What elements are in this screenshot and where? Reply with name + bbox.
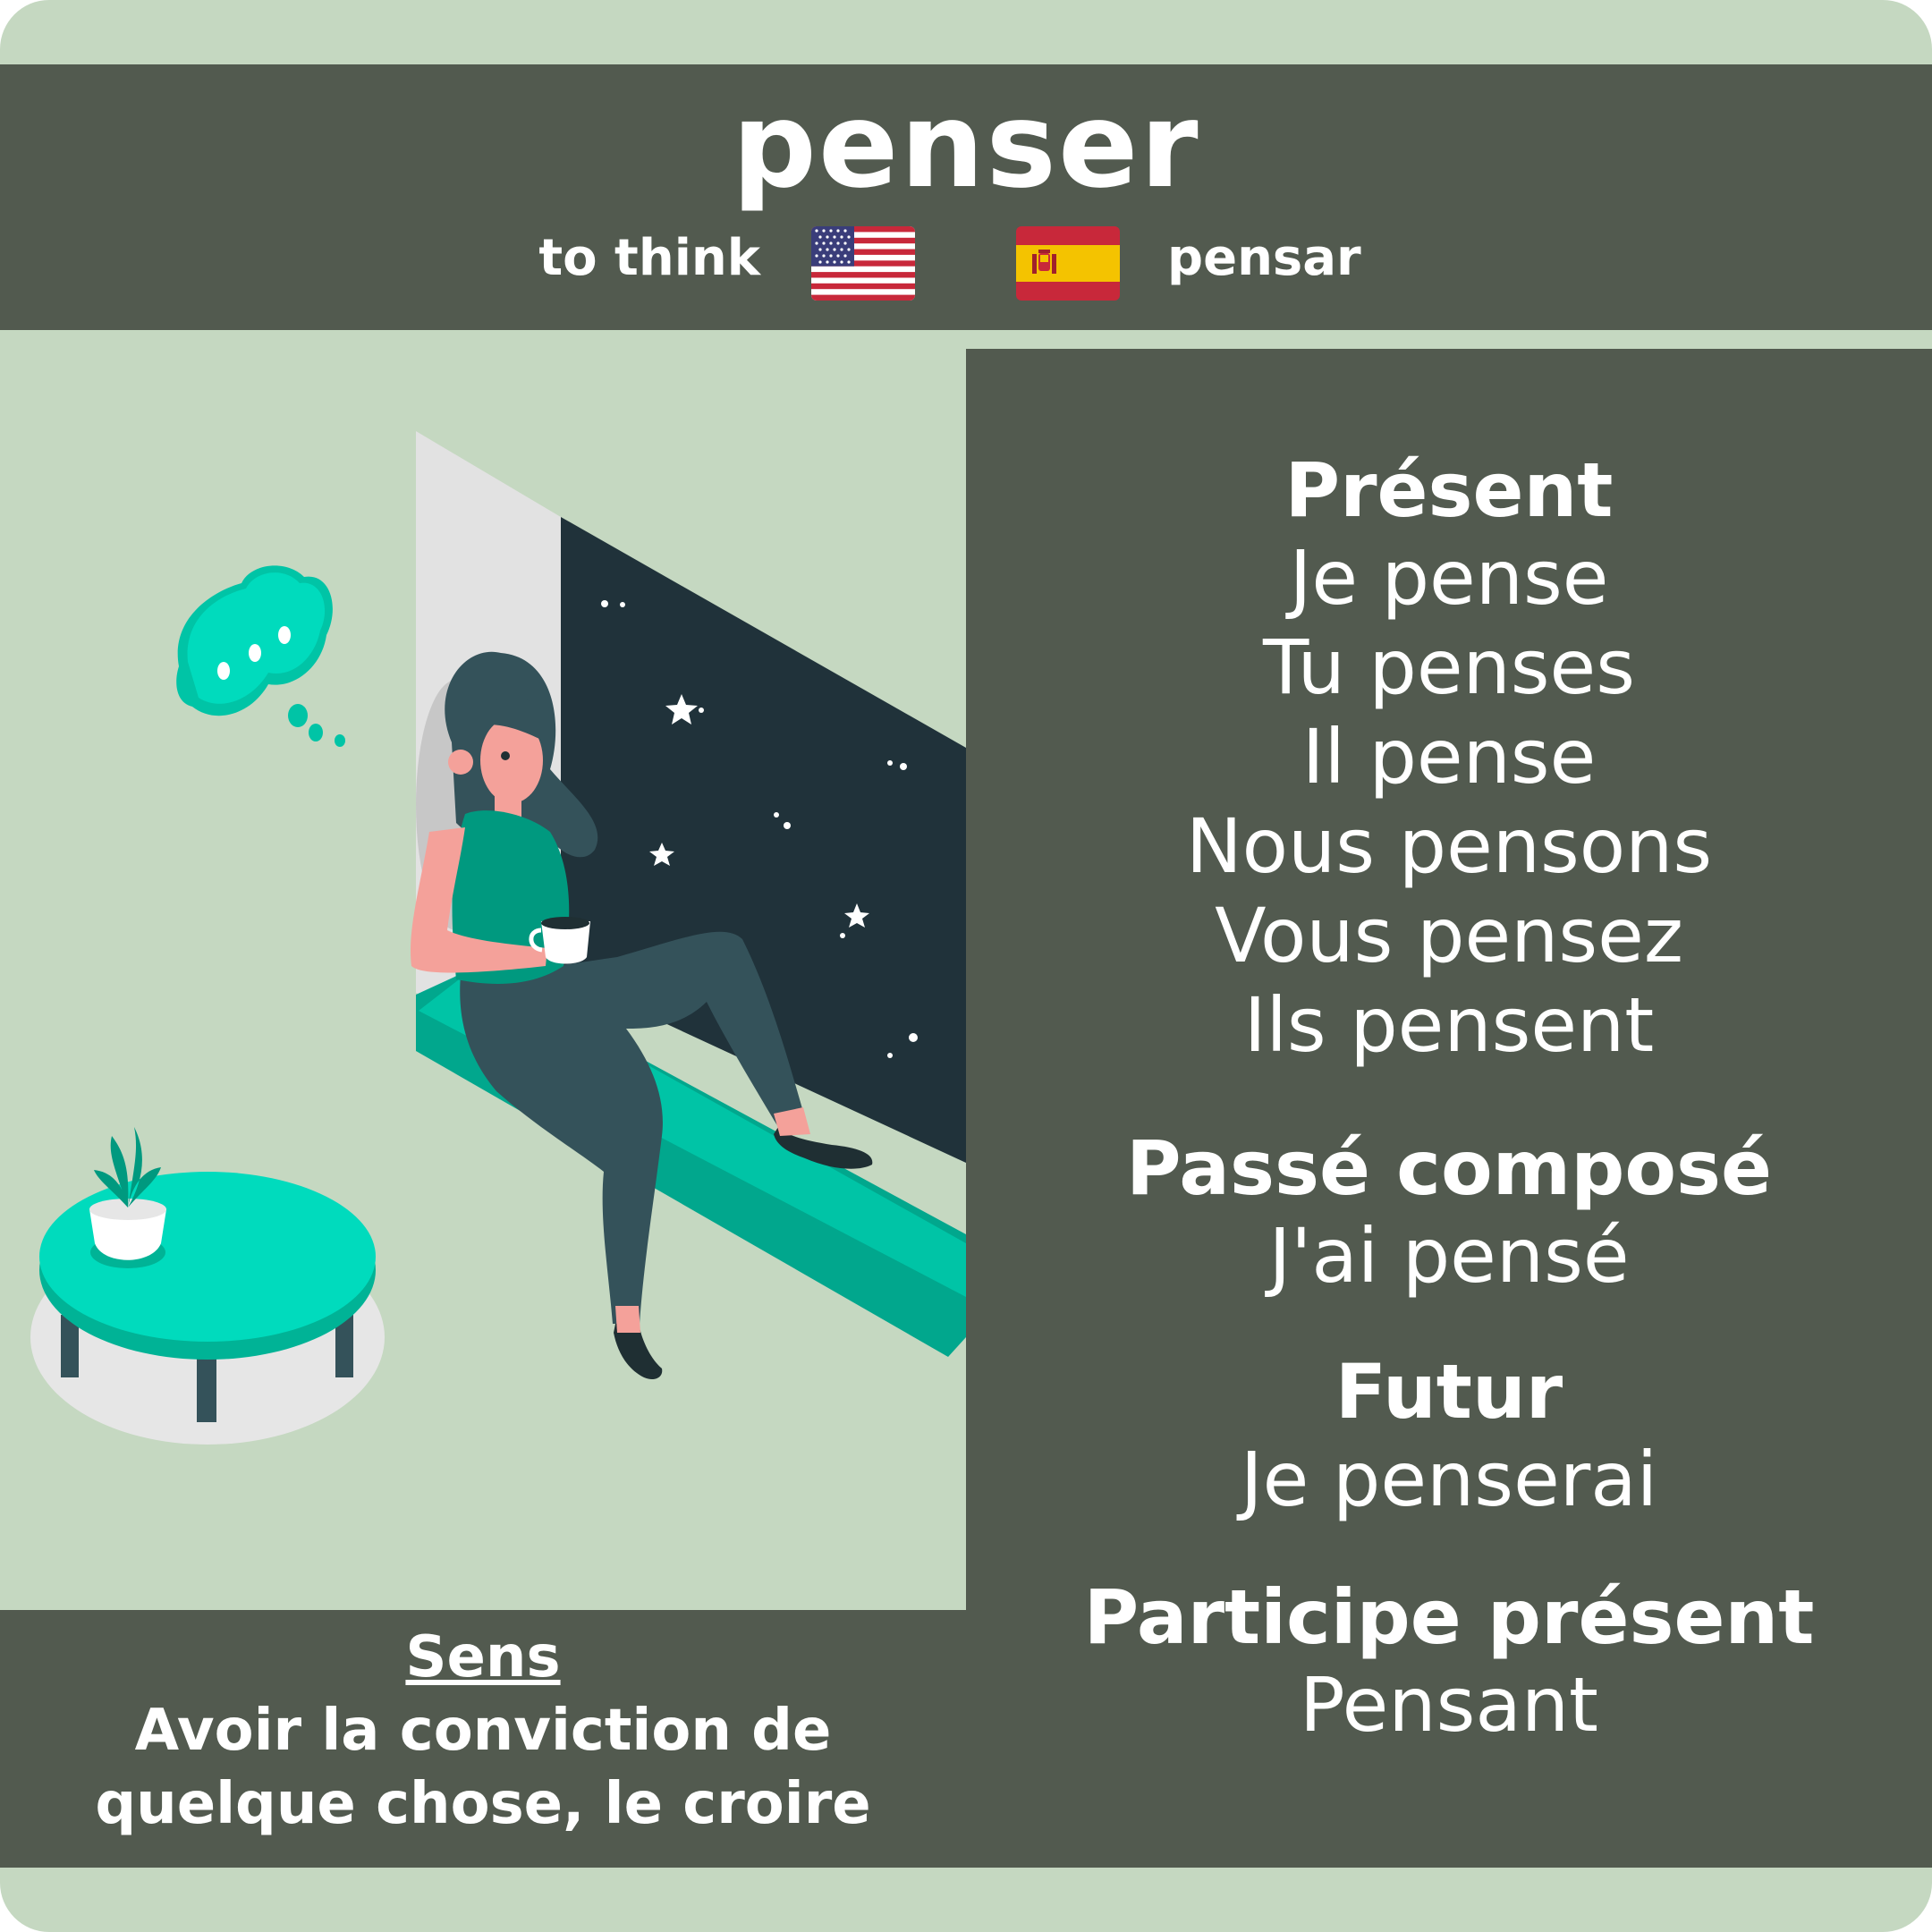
tense-heading: Présent <box>1284 446 1614 534</box>
conjugated-form: Pensant <box>1300 1661 1598 1749</box>
tense-participe-present: Participe présent Pensant <box>966 1574 1932 1750</box>
conjugated-form: Je penserai <box>1240 1436 1658 1523</box>
es-flag-icon <box>1016 226 1120 301</box>
tense-heading: Passé composé <box>1125 1124 1773 1212</box>
tense-present: Présent Je pense Tu penses Il pense Nous… <box>966 447 1932 1070</box>
conjugated-form: Nous pensons <box>1185 802 1713 890</box>
conjugated-form: J'ai pensé <box>1268 1212 1630 1300</box>
english-translation: to think <box>538 229 760 287</box>
conjugated-form: Vous pensez <box>1215 892 1683 979</box>
conjugated-form: Ils pensent <box>1243 981 1655 1069</box>
meaning-line: quelque chose, le croire <box>95 1771 871 1837</box>
verb-title: penser <box>732 77 1200 215</box>
spanish-translation: pensar <box>1167 229 1361 287</box>
conjugated-form: Je pense <box>1289 534 1609 622</box>
tense-futur: Futur Je penserai <box>966 1349 1932 1524</box>
tense-heading: Futur <box>1335 1348 1563 1436</box>
us-flag-icon <box>811 226 915 301</box>
tense-passe-compose: Passé composé J'ai pensé <box>966 1125 1932 1301</box>
meaning-block: Sens Avoir la conviction de quelque chos… <box>0 1621 966 1841</box>
meaning-line: Avoir la conviction de <box>134 1698 832 1764</box>
conjugated-form: Il pense <box>1301 713 1597 801</box>
tense-heading: Participe présent <box>1083 1573 1815 1661</box>
meaning-label: Sens <box>405 1624 561 1690</box>
conjugated-form: Tu penses <box>1263 623 1635 711</box>
illustration-woman-thinking <box>0 349 966 1610</box>
verb-card: penser to think pensar Présent Je pense … <box>0 0 1932 1932</box>
